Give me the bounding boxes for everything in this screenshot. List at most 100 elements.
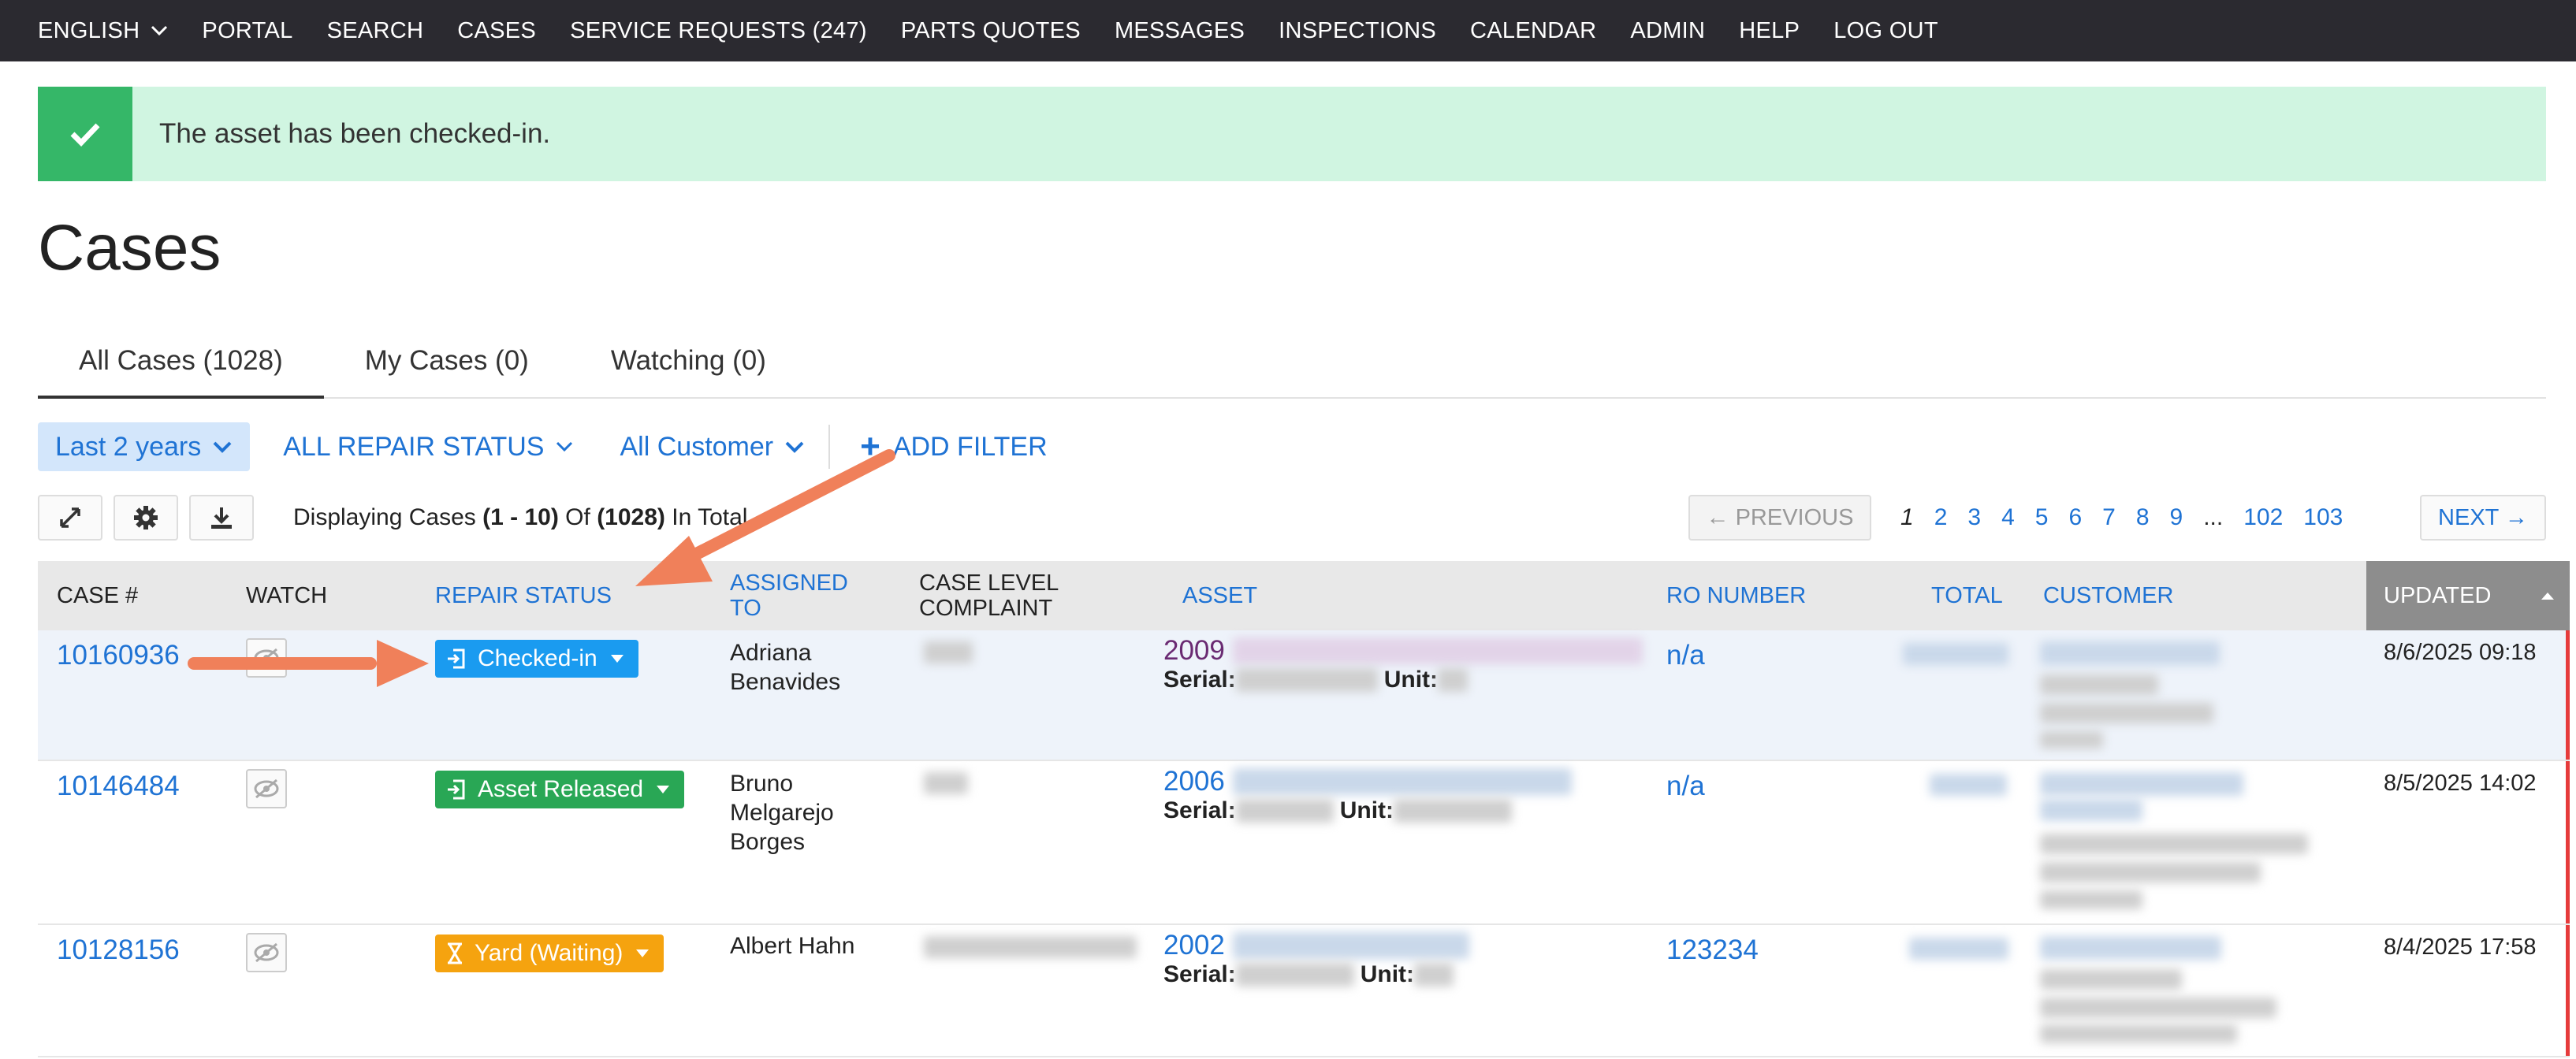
page-link[interactable]: 1 xyxy=(1900,504,1914,531)
nav-search[interactable]: SEARCH xyxy=(327,18,424,44)
watch-toggle[interactable] xyxy=(246,638,287,678)
redacted-serial xyxy=(1235,963,1354,987)
nav-inspections[interactable]: INSPECTIONS xyxy=(1279,18,1436,44)
repair-status-dropdown[interactable]: Checked-in xyxy=(435,640,638,678)
asset-info: 2006 Serial: Unit: xyxy=(1163,766,1572,824)
header-asset[interactable]: ASSET xyxy=(1182,583,1257,608)
redacted-customer-info xyxy=(2040,703,2213,723)
case-number-link[interactable]: 10146484 xyxy=(57,771,180,802)
nav-messages[interactable]: MESSAGES xyxy=(1115,18,1245,44)
page-link[interactable]: 5 xyxy=(2035,504,2049,531)
page-link[interactable]: 7 xyxy=(2102,504,2116,531)
assigned-to: Albert Hahn xyxy=(730,931,854,961)
nav-parts-quotes[interactable]: PARTS QUOTES xyxy=(901,18,1081,44)
page-link[interactable]: 3 xyxy=(1967,504,1981,531)
redacted-unit xyxy=(1438,668,1469,692)
eye-slash-icon xyxy=(254,778,279,799)
assigned-to: Bruno Melgarejo Borges xyxy=(730,769,834,856)
nav-service-requests[interactable]: SERVICE REQUESTS (247) xyxy=(570,18,867,44)
ro-number-link[interactable]: n/a xyxy=(1666,771,1705,802)
filter-divider xyxy=(828,425,831,469)
download-button[interactable] xyxy=(189,495,254,541)
add-filter-button[interactable]: + ADD FILTER xyxy=(844,422,1065,471)
check-icon xyxy=(70,123,100,147)
header-assigned-line1: ASSIGNED xyxy=(730,570,848,596)
table-row: 10160936 Checked-in Adriana Benavides 20… xyxy=(38,630,2570,761)
display-count-text: Displaying Cases (1 - 10) Of (1028) In T… xyxy=(293,504,747,531)
success-alert: The asset has been checked-in. xyxy=(38,87,2546,181)
assigned-to: Adriana Benavides xyxy=(730,638,840,697)
redacted-serial xyxy=(1235,668,1378,692)
redacted-customer-info xyxy=(2040,731,2103,749)
date-range-filter[interactable]: Last 2 years xyxy=(38,422,251,471)
case-number-link[interactable]: 10128156 xyxy=(57,935,180,966)
nav-cases[interactable]: CASES xyxy=(457,18,536,44)
asset-year-link[interactable]: 2006 xyxy=(1163,766,1225,797)
nav-help[interactable]: HELP xyxy=(1739,18,1800,44)
header-repair-status[interactable]: REPAIR STATUS xyxy=(435,583,612,608)
redacted-customer-info xyxy=(2040,834,2308,854)
tab-all-cases[interactable]: All Cases (1028) xyxy=(38,331,324,399)
page-link[interactable]: 103 xyxy=(2303,504,2343,531)
page-link[interactable]: 6 xyxy=(2068,504,2082,531)
nav-calendar[interactable]: CALENDAR xyxy=(1470,18,1596,44)
page-link[interactable]: 8 xyxy=(2136,504,2150,531)
asset-year-link[interactable]: 2002 xyxy=(1163,930,1225,961)
repair-status-dropdown[interactable]: Asset Released xyxy=(435,771,685,808)
header-customer[interactable]: CUSTOMER xyxy=(2043,583,2173,608)
redacted-complaint xyxy=(924,936,1137,958)
chevron-down-icon xyxy=(556,441,572,452)
table-row: 10146484 Asset Released Bruno Melgarejo … xyxy=(38,761,2570,925)
asset-year-link[interactable]: 2009 xyxy=(1163,635,1225,667)
expand-icon xyxy=(60,507,80,528)
gear-icon xyxy=(134,506,158,530)
header-watch: WATCH xyxy=(246,583,328,608)
header-updated[interactable]: UPDATED xyxy=(2366,561,2570,630)
ro-number-link[interactable]: n/a xyxy=(1666,640,1705,671)
header-complaint-line1: CASE LEVEL xyxy=(919,570,1059,596)
repair-status-label: Yard (Waiting) xyxy=(475,940,624,966)
ro-number-link[interactable]: 123234 xyxy=(1666,935,1759,966)
row-indicator xyxy=(2566,630,2570,760)
alert-message: The asset has been checked-in. xyxy=(159,118,551,149)
case-number-link[interactable]: 10160936 xyxy=(57,640,180,671)
page-link[interactable]: 4 xyxy=(2001,504,2015,531)
header-assigned-to[interactable]: ASSIGNED TO xyxy=(730,570,848,621)
serial-label: Serial: xyxy=(1163,961,1236,987)
customer-filter-label: All Customer xyxy=(620,431,774,462)
settings-button[interactable] xyxy=(114,495,178,541)
next-page-button[interactable]: NEXT → xyxy=(2420,495,2546,541)
expand-button[interactable] xyxy=(38,495,102,541)
table-header: CASE # WATCH REPAIR STATUS ASSIGNED TO C… xyxy=(38,561,2570,630)
watch-toggle[interactable] xyxy=(246,769,287,808)
unit-label: Unit: xyxy=(1360,961,1415,987)
caret-down-icon xyxy=(657,786,670,793)
chevron-down-icon xyxy=(785,441,804,453)
nav-portal[interactable]: PORTAL xyxy=(202,18,292,44)
watch-toggle[interactable] xyxy=(246,933,287,972)
serial-label: Serial: xyxy=(1163,667,1236,693)
redacted-customer-info xyxy=(2040,890,2142,909)
page-link[interactable]: 102 xyxy=(2243,504,2283,531)
nav-admin[interactable]: ADMIN xyxy=(1630,18,1705,44)
row-indicator xyxy=(2566,761,2570,923)
header-total[interactable]: TOTAL xyxy=(1931,583,2003,608)
previous-page-button[interactable]: ← PREVIOUS xyxy=(1688,495,1871,541)
customer-filter[interactable]: All Customer xyxy=(603,422,823,471)
nav-language-selector[interactable]: ENGLISH xyxy=(38,18,168,44)
tab-watching[interactable]: Watching (0) xyxy=(570,331,807,399)
assigned-line: Bruno xyxy=(730,771,794,797)
date-range-label: Last 2 years xyxy=(55,431,202,462)
header-ro-number[interactable]: RO NUMBER xyxy=(1666,583,1806,608)
check-in-icon xyxy=(448,779,465,800)
nav-log-out[interactable]: LOG OUT xyxy=(1833,18,1938,44)
repair-status-dropdown[interactable]: Yard (Waiting) xyxy=(435,935,664,972)
repair-status-filter[interactable]: ALL REPAIR STATUS xyxy=(266,422,590,471)
unit-label: Unit: xyxy=(1383,667,1439,693)
eye-slash-icon xyxy=(254,942,279,963)
page-link[interactable]: 2 xyxy=(1934,504,1948,531)
display-range: (1 - 10) xyxy=(482,504,559,530)
table-row: 10128156 Yard (Waiting) Albert Hahn 2002… xyxy=(38,925,2570,1057)
tab-my-cases[interactable]: My Cases (0) xyxy=(324,331,570,399)
page-link[interactable]: 9 xyxy=(2170,504,2183,531)
